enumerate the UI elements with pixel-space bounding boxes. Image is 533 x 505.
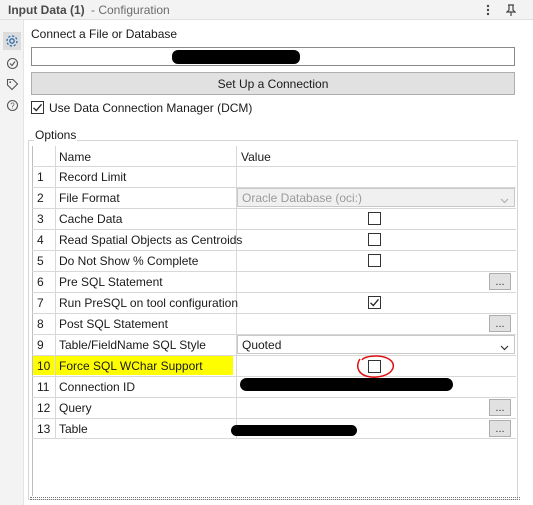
row-number: 5 — [37, 254, 44, 268]
chevron-down-icon — [500, 340, 509, 354]
header-value: Value — [241, 150, 271, 164]
table-ellipsis-button[interactable]: ... — [489, 420, 511, 437]
grid-line — [32, 376, 516, 377]
refresh-icon[interactable] — [3, 54, 21, 72]
chevron-down-icon — [500, 193, 509, 207]
file-format-select: Oracle Database (oci:) — [237, 188, 515, 207]
row-name: Cache Data — [59, 212, 123, 226]
dcm-checkbox[interactable] — [31, 101, 44, 114]
setup-connection-button[interactable]: Set Up a Connection — [31, 72, 515, 95]
annotation-circle — [357, 355, 395, 378]
row-number: 11 — [37, 380, 50, 394]
grid-line — [32, 292, 516, 293]
row-name: Table/FieldName SQL Style — [59, 338, 206, 352]
options-label: Options — [34, 128, 78, 142]
row-number: 12 — [37, 401, 51, 415]
row-number: 13 — [37, 422, 51, 436]
grid-line — [32, 208, 516, 209]
row-number: 2 — [37, 191, 44, 205]
title-bar: Input Data (1) - Configuration — [0, 0, 533, 20]
row-number: 6 — [37, 275, 44, 289]
record-limit-input[interactable] — [237, 167, 515, 186]
row-number: 4 — [37, 233, 44, 247]
grid-line — [32, 418, 516, 419]
row-name: Record Limit — [59, 170, 127, 184]
connect-label: Connect a File or Database — [31, 27, 178, 41]
sql-style-select[interactable]: Quoted — [237, 335, 515, 354]
row-number: 10 — [37, 359, 51, 373]
row-number: 1 — [37, 170, 44, 184]
redacted-table-name — [231, 425, 357, 436]
post-sql-ellipsis-button[interactable]: ... — [489, 315, 511, 332]
pin-icon[interactable] — [503, 2, 519, 18]
row-number: 7 — [37, 296, 44, 310]
row-name: Run PreSQL on tool configuration — [59, 296, 238, 310]
row-number: 3 — [37, 212, 44, 226]
row-name: File Format — [59, 191, 120, 205]
file-format-value: Oracle Database (oci:) — [242, 191, 363, 205]
grid-line — [32, 313, 516, 314]
spatial-centroids-checkbox[interactable] — [368, 233, 381, 246]
gear-icon[interactable] — [3, 32, 21, 50]
pre-sql-ellipsis-button[interactable]: ... — [489, 273, 511, 290]
row-name: Read Spatial Objects as Centroids — [59, 233, 243, 247]
redacted-connection-string — [172, 50, 300, 64]
grid-line — [55, 146, 56, 438]
row-name: Connection ID — [59, 380, 136, 394]
window-subtitle: - Configuration — [91, 3, 170, 17]
dcm-label: Use Data Connection Manager (DCM) — [49, 101, 253, 115]
row-number: 9 — [37, 338, 44, 352]
grid-line — [32, 271, 516, 272]
help-icon[interactable]: ? — [3, 96, 21, 114]
cache-data-checkbox[interactable] — [368, 212, 381, 225]
grid-line — [32, 355, 516, 356]
sql-style-value: Quoted — [242, 338, 282, 352]
header-name: Name — [59, 150, 92, 164]
redacted-connection-id — [240, 378, 453, 391]
more-vertical-icon[interactable] — [480, 2, 496, 18]
query-ellipsis-button[interactable]: ... — [489, 399, 511, 416]
row-name: Query — [59, 401, 92, 415]
row-name: Do Not Show % Complete — [59, 254, 199, 268]
tag-icon[interactable] — [3, 75, 21, 93]
row-name: Pre SQL Statement — [59, 275, 163, 289]
grid-line — [32, 438, 516, 439]
grid-line — [32, 229, 516, 230]
row-name: Post SQL Statement — [59, 317, 168, 331]
run-presql-checkbox[interactable] — [368, 296, 381, 309]
window-title: Input Data (1) — [8, 3, 85, 17]
resize-grip[interactable] — [30, 497, 520, 500]
row-name: Force SQL WChar Support — [59, 359, 203, 373]
grid-line — [32, 397, 516, 398]
no-percent-complete-checkbox[interactable] — [368, 254, 381, 267]
row-name: Table — [59, 422, 88, 436]
side-rail: ? — [0, 20, 24, 505]
connection-field[interactable] — [31, 47, 515, 66]
grid-line — [32, 250, 516, 251]
svg-text:?: ? — [10, 101, 15, 110]
row-number: 8 — [37, 317, 44, 331]
